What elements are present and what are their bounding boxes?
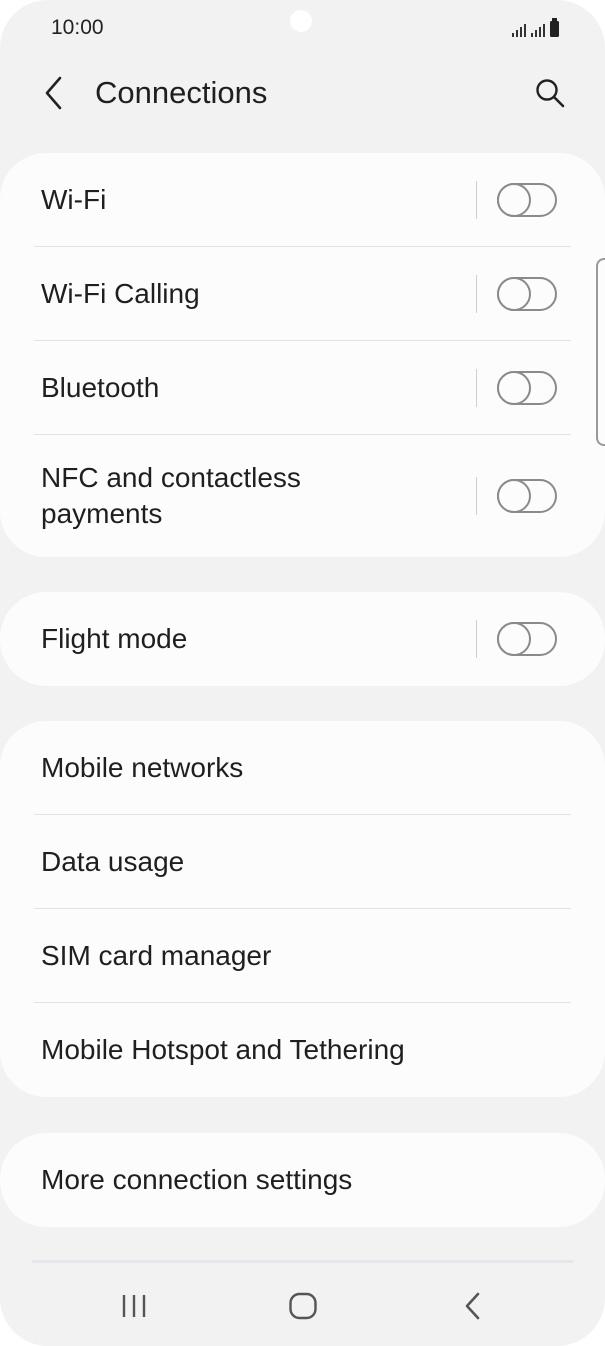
settings-item-flight-mode[interactable]: Flight mode [0,592,605,686]
settings-item-label: Mobile Hotspot and Tethering [41,1034,405,1065]
app-bar: Connections [0,60,605,126]
settings-item-label: SIM card manager [41,940,272,971]
signal-sim1-icon [512,21,526,37]
nav-back-button[interactable] [443,1286,503,1326]
settings-item-bluetooth[interactable]: Bluetooth [0,341,605,435]
scrollbar[interactable] [596,258,605,446]
phone-screen: 10:00 Connections Wi-Fi Wi-Fi Calling Bl… [0,0,605,1346]
toggle-knob [497,479,531,513]
settings-item-label: Flight mode [41,623,188,654]
settings-item-nfc[interactable]: NFC and contactless payments [0,435,605,557]
battery-icon [550,18,559,37]
settings-group-more: More connection settings [0,1133,605,1227]
signal-sim2-icon [531,21,545,37]
settings-item-label: Bluetooth [41,372,160,403]
settings-item-label: Mobile networks [41,752,244,783]
toggle-knob [497,277,531,311]
settings-group-wireless: Wi-Fi Wi-Fi Calling Bluetooth NFC and co… [0,153,605,557]
search-icon [536,79,565,108]
settings-item-mobile-networks[interactable]: Mobile networks [0,721,605,815]
navigation-bar [0,1270,605,1346]
settings-item-label: NFC and contactless payments [41,462,301,529]
toggle-knob [497,622,531,656]
nfc-toggle[interactable] [497,479,557,513]
wifi-calling-toggle[interactable] [497,277,557,311]
divider [476,275,477,313]
chevron-left-icon [45,76,62,110]
back-icon [465,1292,480,1320]
divider [476,477,477,515]
settings-group-flight: Flight mode [0,592,605,686]
divider [476,181,477,219]
settings-item-wifi[interactable]: Wi-Fi [0,153,605,247]
settings-item-label: More connection settings [41,1164,353,1195]
settings-item-wifi-calling[interactable]: Wi-Fi Calling [0,247,605,341]
settings-item-mobile-hotspot[interactable]: Mobile Hotspot and Tethering [0,1003,605,1097]
status-time: 10:00 [51,16,104,39]
back-button[interactable] [32,70,76,116]
settings-item-label: Wi-Fi Calling [41,278,200,309]
settings-item-label: Wi-Fi [41,184,107,215]
home-icon [289,1292,317,1320]
flight-mode-toggle[interactable] [497,622,557,656]
wifi-toggle[interactable] [497,183,557,217]
settings-group-mobile: Mobile networks Data usage SIM card mana… [0,721,605,1097]
settings-item-data-usage[interactable]: Data usage [0,815,605,909]
home-button[interactable] [273,1286,333,1326]
page-title: Connections [95,75,268,110]
toggle-knob [497,371,531,405]
recents-icon [122,1295,146,1317]
divider [476,620,477,658]
status-bar: 10:00 [0,0,605,56]
settings-item-sim-card-manager[interactable]: SIM card manager [0,909,605,1003]
bluetooth-toggle[interactable] [497,371,557,405]
toggle-knob [497,183,531,217]
settings-item-more-connection-settings[interactable]: More connection settings [0,1133,605,1227]
search-button[interactable] [527,70,573,116]
status-icons [512,17,559,37]
front-camera-cutout [290,10,312,32]
recents-button[interactable] [104,1286,164,1326]
divider [476,369,477,407]
settings-item-label: Data usage [41,846,185,877]
divider [32,1260,573,1263]
